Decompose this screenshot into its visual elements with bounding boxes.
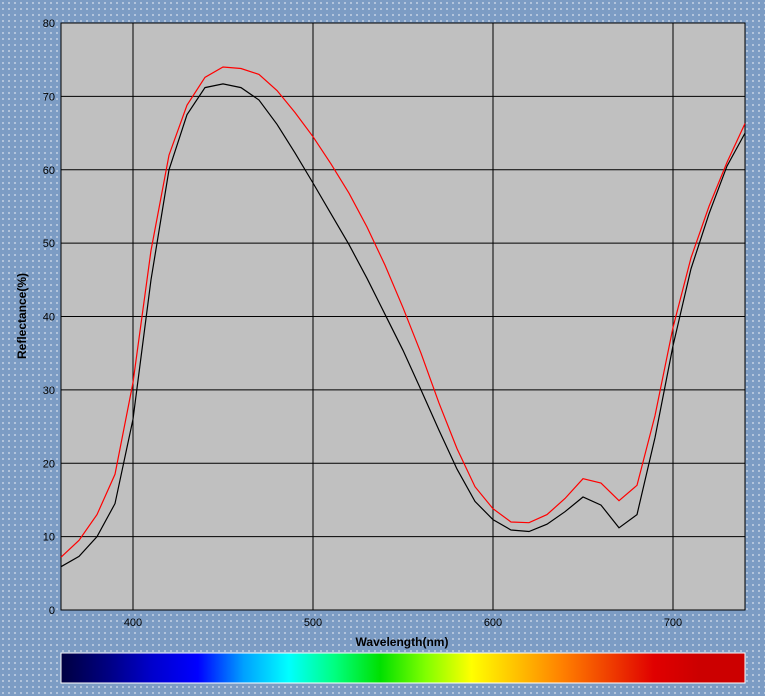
- y-tick-label: 60: [43, 165, 55, 177]
- y-tick-label: 10: [43, 532, 55, 544]
- reflectance-chart: 0 10 20 30 40 50 60 70 80 400 500 600 700 Reflectan…: [15, 18, 746, 684]
- y-axis-ticks: 0 10 20 30 40 50 60 70 80: [43, 18, 55, 617]
- x-tick-label: 700: [664, 617, 682, 629]
- spectrum-bar: [60, 652, 746, 684]
- x-tick-label: 600: [484, 617, 502, 629]
- x-axis-ticks: 400 500 600 700: [124, 617, 682, 629]
- y-tick-label: 70: [43, 91, 55, 103]
- y-tick-label: 20: [43, 458, 55, 470]
- y-tick-label: 80: [43, 18, 55, 30]
- x-axis-title: Wavelength(nm): [356, 635, 449, 649]
- y-tick-label: 0: [49, 605, 55, 617]
- x-tick-label: 500: [304, 617, 322, 629]
- y-tick-label: 40: [43, 312, 55, 324]
- y-tick-label: 50: [43, 238, 55, 250]
- y-tick-label: 30: [43, 385, 55, 397]
- x-tick-label: 400: [124, 617, 142, 629]
- y-axis-title: Reflectance(%): [15, 273, 29, 359]
